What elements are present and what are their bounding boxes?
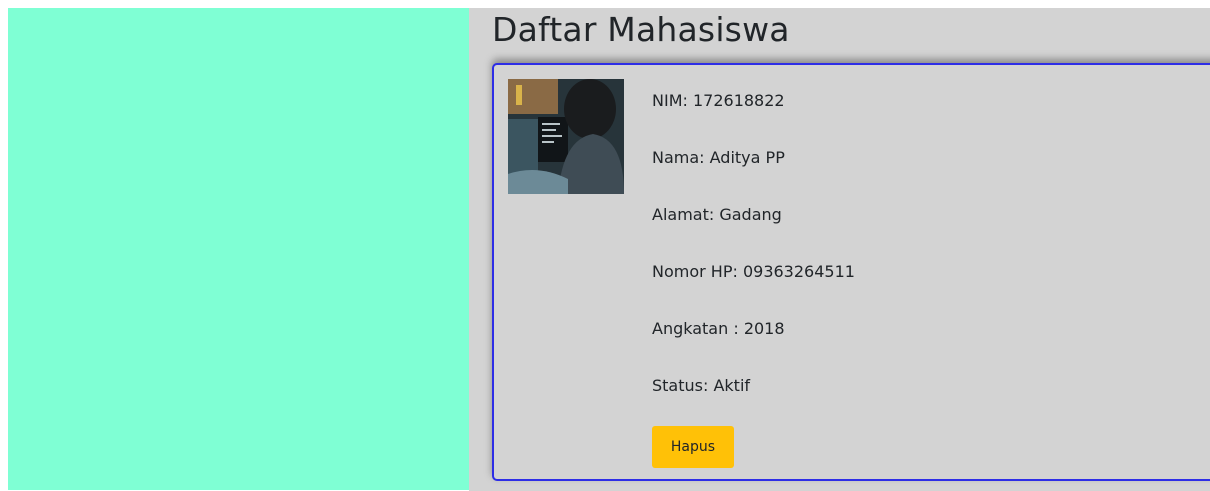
student-card: NIM: 172618822 Nama: Aditya PP Alamat: G…: [492, 63, 1210, 481]
student-status: Status: Aktif: [652, 376, 751, 395]
student-phone: Nomor HP: 09363264511: [652, 262, 855, 281]
student-address: Alamat: Gadang: [652, 205, 782, 224]
student-name: Nama: Aditya PP: [652, 148, 785, 167]
delete-button[interactable]: Hapus: [652, 426, 734, 468]
page-title: Daftar Mahasiswa: [492, 10, 790, 49]
student-avatar: [508, 79, 624, 194]
sidebar-panel: [8, 8, 469, 490]
student-nim: NIM: 172618822: [652, 91, 785, 110]
student-photo-icon: [508, 79, 624, 194]
student-angkatan: Angkatan : 2018: [652, 319, 785, 338]
page-frame: Daftar Mahasiswa NIM: 172618822 Nama: Ad…: [8, 8, 1210, 491]
main-content: Daftar Mahasiswa NIM: 172618822 Nama: Ad…: [469, 8, 1210, 491]
